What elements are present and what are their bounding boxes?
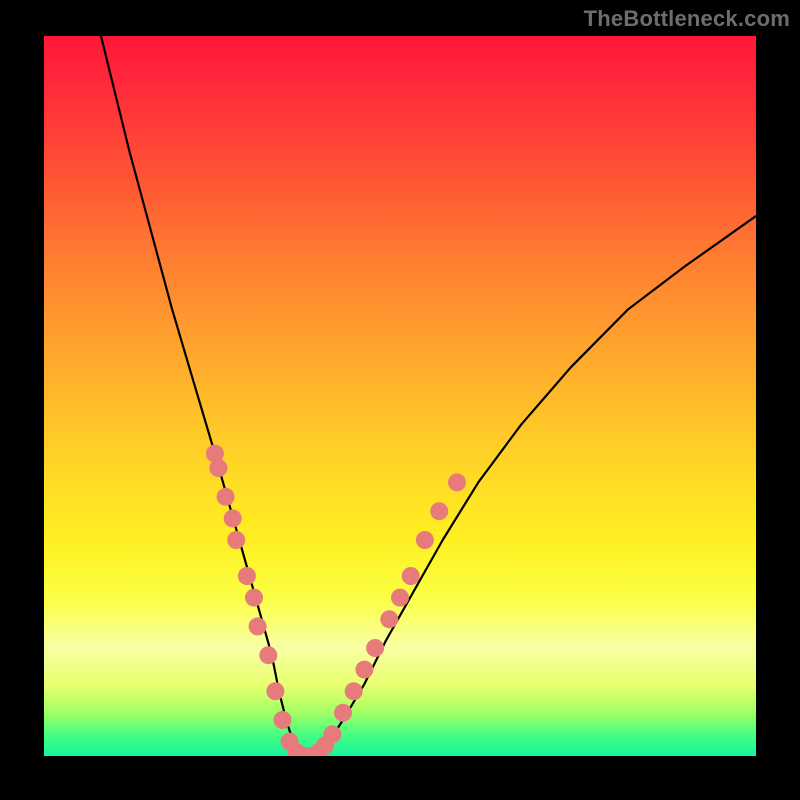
data-marker bbox=[448, 473, 466, 491]
watermark-label: TheBottleneck.com bbox=[584, 6, 790, 32]
data-marker bbox=[217, 488, 235, 506]
data-marker bbox=[334, 704, 352, 722]
data-marker bbox=[238, 567, 256, 585]
data-marker bbox=[402, 567, 420, 585]
data-marker bbox=[430, 502, 448, 520]
data-marker bbox=[245, 589, 263, 607]
data-marker bbox=[259, 646, 277, 664]
chart-frame: TheBottleneck.com bbox=[0, 0, 800, 800]
data-marker bbox=[323, 725, 341, 743]
data-marker bbox=[416, 531, 434, 549]
bottleneck-curve bbox=[101, 36, 756, 756]
data-marker bbox=[209, 459, 227, 477]
plot-area bbox=[44, 36, 756, 756]
data-marker bbox=[345, 682, 363, 700]
data-marker bbox=[366, 639, 384, 657]
data-marker bbox=[266, 682, 284, 700]
marker-group bbox=[206, 445, 466, 756]
data-marker bbox=[224, 509, 242, 527]
data-marker bbox=[249, 617, 267, 635]
curve-layer bbox=[44, 36, 756, 756]
data-marker bbox=[274, 711, 292, 729]
data-marker bbox=[380, 610, 398, 628]
data-marker bbox=[227, 531, 245, 549]
data-marker bbox=[391, 589, 409, 607]
data-marker bbox=[355, 661, 373, 679]
